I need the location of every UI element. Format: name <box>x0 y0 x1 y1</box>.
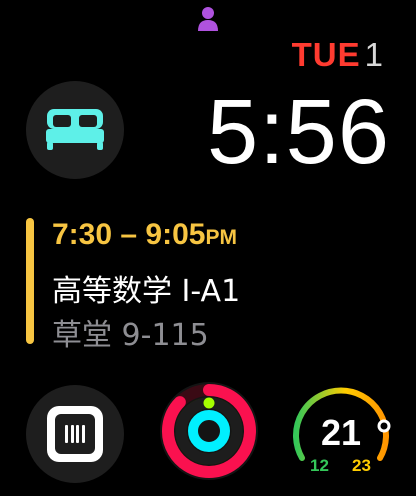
bed-icon <box>46 109 104 150</box>
event-title: 高等数学 I-A1 <box>52 274 241 309</box>
event-start-time: 7:30 <box>52 218 113 251</box>
calendar-complication[interactable] <box>26 385 124 483</box>
weekday: TUE <box>291 36 361 73</box>
gauge-min-label: 12 <box>310 456 329 475</box>
gauge-complication[interactable]: 21 12 23 <box>290 380 392 482</box>
event-location: 草堂 9-115 <box>52 318 209 353</box>
event-ampm: PM <box>205 226 237 249</box>
calendar-event[interactable]: 7:30 – 9:05PM 高等数学 I-A1 草堂 9-115 <box>26 218 386 353</box>
sleep-complication[interactable] <box>26 81 124 179</box>
gauge-max-label: 23 <box>352 456 371 475</box>
day-number: 1 <box>364 36 384 73</box>
event-accent-bar <box>26 218 34 344</box>
person-icon <box>198 7 218 31</box>
event-time-range: 7:30 – 9:05PM <box>52 218 237 252</box>
date: TUE 1 <box>292 36 384 74</box>
event-end-time: 9:05 <box>145 218 206 251</box>
gauge-value: 21 <box>320 412 362 453</box>
calendar-icon <box>47 406 103 462</box>
activity-rings[interactable] <box>158 380 260 482</box>
clock-time: 5:56 <box>206 81 390 183</box>
event-time-dash: – <box>120 218 138 251</box>
